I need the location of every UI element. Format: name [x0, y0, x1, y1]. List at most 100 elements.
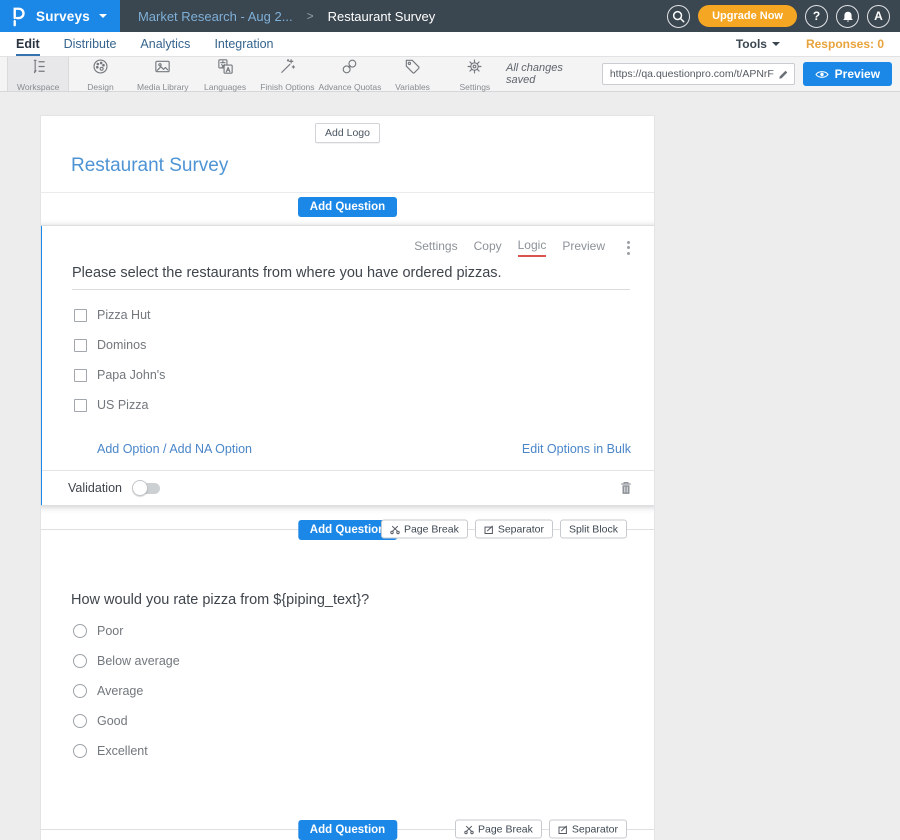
search-icon: [672, 10, 685, 23]
tools-menu[interactable]: Tools: [736, 37, 780, 51]
split-block-label: Split Block: [569, 523, 618, 535]
toolbar-item-advance-quotas[interactable]: Advance Quotas: [319, 57, 382, 91]
magic-wand-icon: [278, 57, 297, 81]
validation-toggle[interactable]: [134, 483, 160, 494]
search-button[interactable]: [667, 5, 690, 28]
question-logic-menu[interactable]: Logic: [518, 238, 547, 257]
tab-analytics[interactable]: Analytics: [140, 32, 190, 56]
edit-url-pencil-icon[interactable]: [778, 69, 789, 80]
survey-url-field: [602, 63, 795, 85]
link-separator: /: [163, 442, 166, 456]
toolbar-item-label: Advance Quotas: [319, 82, 382, 92]
radio-button[interactable]: [73, 654, 87, 668]
subnav-right: Tools Responses: 0: [736, 32, 884, 56]
question-text-q2[interactable]: How would you rate pizza from ${piping_t…: [71, 592, 626, 608]
validation-label: Validation: [68, 481, 122, 495]
add-na-option-link[interactable]: Add NA Option: [169, 442, 252, 456]
toolbar-item-languages[interactable]: Languages: [194, 57, 256, 91]
edit-options-bulk-link[interactable]: Edit Options in Bulk: [522, 442, 631, 456]
scissors-icon: [390, 524, 400, 534]
breadcrumb-folder[interactable]: Market Research - Aug 2...: [138, 9, 293, 24]
question-preview-menu[interactable]: Preview: [562, 239, 605, 256]
toolbar-item-media-library[interactable]: Media Library: [132, 57, 194, 91]
option-label[interactable]: Below average: [97, 654, 180, 668]
radio-button[interactable]: [73, 684, 87, 698]
separator-button[interactable]: Separator: [549, 820, 627, 839]
translate-icon: [216, 57, 235, 81]
toolbar-item-variables[interactable]: Variables: [381, 57, 443, 91]
radio-button[interactable]: [73, 714, 87, 728]
help-button[interactable]: ?: [805, 5, 828, 28]
option-label[interactable]: US Pizza: [97, 398, 148, 412]
surveys-menu[interactable]: Surveys: [0, 0, 120, 32]
toolbar-item-design[interactable]: Design: [69, 57, 131, 91]
question-text-q1[interactable]: Please select the restaurants from where…: [72, 265, 630, 290]
option-row: Dominos: [74, 338, 628, 352]
survey-subnav: Edit Distribute Analytics Integration To…: [0, 32, 900, 57]
question-copy-menu[interactable]: Copy: [474, 239, 502, 256]
bell-icon: [842, 10, 854, 23]
option-label[interactable]: Dominos: [97, 338, 146, 352]
option-label[interactable]: Pizza Hut: [97, 308, 151, 322]
add-logo-button[interactable]: Add Logo: [315, 123, 380, 143]
survey-url-input[interactable]: [610, 68, 774, 80]
account-avatar[interactable]: A: [867, 5, 890, 28]
responses-count[interactable]: Responses: 0: [806, 37, 884, 51]
breadcrumb: Market Research - Aug 2... > Restaurant …: [138, 9, 435, 24]
toolbar-item-finish-options[interactable]: Finish Options: [256, 57, 318, 91]
editor-toolbar: Workspace Design Media Library Languages: [0, 57, 900, 92]
gear-icon: [465, 57, 484, 81]
toolbar-item-label: Workspace: [17, 82, 59, 92]
toggle-knob: [132, 480, 148, 496]
q1-option-actions: Add Option / Add NA Option Edit Options …: [42, 428, 655, 470]
option-row: US Pizza: [74, 398, 628, 412]
toolbar-item-label: Languages: [204, 82, 246, 92]
preview-button[interactable]: Preview: [803, 62, 892, 86]
checkbox[interactable]: [74, 309, 87, 322]
survey-card: Add Logo Restaurant Survey Add Question …: [40, 115, 655, 840]
option-label[interactable]: Average: [97, 684, 143, 698]
q1-options: Pizza Hut Dominos Papa John's US Pizza: [42, 290, 655, 412]
question-block-q2: Q2 How would you rate pizza from ${pipin…: [41, 544, 654, 758]
toolbar-item-label: Settings: [459, 82, 490, 92]
add-question-button[interactable]: Add Question: [298, 197, 397, 217]
option-label[interactable]: Excellent: [97, 744, 148, 758]
editor-canvas: Add Logo Restaurant Survey Add Question …: [0, 92, 900, 840]
tab-distribute[interactable]: Distribute: [64, 32, 117, 56]
option-label[interactable]: Good: [97, 714, 128, 728]
chevron-down-icon: [99, 14, 107, 18]
survey-title[interactable]: Restaurant Survey: [71, 155, 624, 177]
tab-integration[interactable]: Integration: [214, 32, 273, 56]
checkbox[interactable]: [74, 399, 87, 412]
add-option-link[interactable]: Add Option: [97, 442, 160, 456]
kebab-menu-icon[interactable]: [623, 239, 634, 257]
tag-icon: [403, 57, 422, 81]
tab-edit[interactable]: Edit: [16, 32, 40, 56]
delete-question-button[interactable]: [620, 481, 632, 495]
upgrade-now-button[interactable]: Upgrade Now: [698, 5, 797, 27]
separator-button[interactable]: Separator: [475, 520, 553, 539]
add-option-links: Add Option / Add NA Option: [97, 442, 252, 456]
page-break-button[interactable]: Page Break: [455, 820, 542, 839]
add-question-button[interactable]: Add Question: [298, 820, 397, 840]
logo-row: Add Logo: [41, 116, 654, 143]
option-row: Below average: [73, 654, 626, 668]
radio-button[interactable]: [73, 744, 87, 758]
toolbar-item-workspace[interactable]: Workspace: [7, 57, 69, 91]
question-toolbar-q1: Settings Copy Logic Preview: [42, 226, 655, 257]
radio-button[interactable]: [73, 624, 87, 638]
toolbar-right: All changes saved Preview: [506, 57, 900, 91]
option-row: Poor: [73, 624, 626, 638]
toolbar-item-settings[interactable]: Settings: [444, 57, 506, 91]
tools-label: Tools: [736, 37, 767, 51]
split-block-button[interactable]: Split Block: [560, 520, 627, 539]
notifications-button[interactable]: [836, 5, 859, 28]
option-label[interactable]: Poor: [97, 624, 123, 638]
option-row: Papa John's: [74, 368, 628, 382]
question-card-q1: Q1 Settings Copy Logic Preview Please se…: [40, 225, 655, 506]
checkbox[interactable]: [74, 369, 87, 382]
checkbox[interactable]: [74, 339, 87, 352]
page-break-button[interactable]: Page Break: [381, 520, 468, 539]
question-settings-menu[interactable]: Settings: [414, 239, 457, 256]
option-label[interactable]: Papa John's: [97, 368, 165, 382]
